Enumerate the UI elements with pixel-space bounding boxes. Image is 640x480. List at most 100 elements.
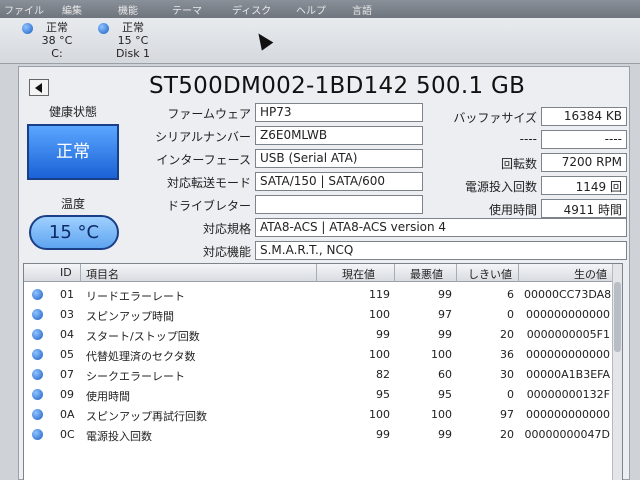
power-on-hours-label: 使用時間 xyxy=(488,203,537,217)
row-raw: 00000000047D xyxy=(524,428,610,441)
column-threshold[interactable]: しきい値 xyxy=(468,266,512,282)
row-raw: 000000000000 xyxy=(526,348,610,361)
row-id: 07 xyxy=(60,368,74,381)
temperature-value: 15 °C xyxy=(29,215,119,250)
status-dot-icon xyxy=(32,389,43,400)
disk-tab-1[interactable]: 正常 15 °C Disk 1 xyxy=(98,21,168,61)
previous-disk-button[interactable] xyxy=(29,79,49,96)
row-threshold: 0 xyxy=(507,308,514,321)
table-row[interactable]: 04 スタート/ストップ回数 99 99 20 0000000005F1 xyxy=(24,324,614,344)
disk-temp: 38 °C xyxy=(41,34,73,47)
menu-disk[interactable]: ディスク xyxy=(232,2,271,17)
row-threshold: 0 xyxy=(507,388,514,401)
status-dot-icon xyxy=(32,349,43,360)
column-worst[interactable]: 最悪値 xyxy=(410,266,443,282)
table-row[interactable]: 07 シークエラーレート 82 60 30 00000A1B3EFA xyxy=(24,364,614,384)
scrollbar-thumb[interactable] xyxy=(614,282,621,352)
table-scrollbar[interactable] xyxy=(612,264,622,480)
temperature-label: 温度 xyxy=(61,197,86,211)
row-worst: 97 xyxy=(438,308,452,321)
row-worst: 100 xyxy=(431,348,452,361)
row-worst: 99 xyxy=(438,428,452,441)
standard-label: 対応規格 xyxy=(202,222,251,236)
blank-field: ---- xyxy=(541,130,627,149)
row-current: 119 xyxy=(369,288,390,301)
table-row[interactable]: 0C 電源投入回数 99 99 20 00000000047D xyxy=(24,424,614,444)
buffer-size-field: 16384 KB xyxy=(541,107,627,126)
row-worst: 95 xyxy=(438,388,452,401)
menu-function[interactable]: 機能 xyxy=(118,2,138,17)
row-current: 100 xyxy=(369,348,390,361)
smart-table: ID 項目名 現在値 最悪値 しきい値 生の値 01 リードエラーレート 119… xyxy=(23,263,623,480)
row-current: 100 xyxy=(369,408,390,421)
transfer-mode-field: SATA/150 | SATA/600 xyxy=(255,172,423,191)
column-name[interactable]: 項目名 xyxy=(86,266,119,282)
transfer-mode-label: 対応転送モード xyxy=(166,176,251,190)
firmware-field: HP73 xyxy=(255,103,423,122)
row-current: 99 xyxy=(376,428,390,441)
row-threshold: 36 xyxy=(500,348,514,361)
smart-table-header: ID 項目名 現在値 最悪値 しきい値 生の値 xyxy=(24,264,614,282)
menu-bar: ファイル 編集 機能 テーマ ディスク ヘルプ 言語 xyxy=(0,0,640,18)
row-name: スピンアップ再試行回数 xyxy=(86,410,207,423)
status-dot-icon xyxy=(98,23,109,34)
status-dot-icon xyxy=(32,409,43,420)
column-id[interactable]: ID xyxy=(60,266,72,279)
disk-title: ST500DM002-1BD142 500.1 GB xyxy=(149,73,526,99)
row-raw: 0000000005F1 xyxy=(526,328,610,341)
row-id: 0A xyxy=(60,408,75,421)
row-raw: 000000000000 xyxy=(526,408,610,421)
disk-tab-c[interactable]: 正常 38 °C C: xyxy=(22,21,92,61)
row-raw: 00000000132F xyxy=(526,388,610,401)
serial-field: Z6E0MLWB xyxy=(255,126,423,145)
row-threshold: 6 xyxy=(507,288,514,301)
table-row[interactable]: 01 リードエラーレート 119 99 6 00000CC73DA8 xyxy=(24,284,614,304)
disk-name: C: xyxy=(51,47,63,60)
drive-letter-field xyxy=(255,195,423,214)
row-id: 09 xyxy=(60,388,74,401)
status-dot-icon xyxy=(32,309,43,320)
table-row[interactable]: 09 使用時間 95 95 0 00000000132F xyxy=(24,384,614,404)
menu-language[interactable]: 言語 xyxy=(352,2,372,17)
row-name: シークエラーレート xyxy=(86,370,185,383)
column-current[interactable]: 現在値 xyxy=(342,266,375,282)
menu-help[interactable]: ヘルプ xyxy=(296,2,326,17)
row-threshold: 97 xyxy=(500,408,514,421)
features-label: 対応機能 xyxy=(202,245,251,259)
disk-name: Disk 1 xyxy=(115,47,151,60)
column-raw[interactable]: 生の値 xyxy=(574,266,607,282)
row-raw: 00000A1B3EFA xyxy=(526,368,610,381)
row-current: 99 xyxy=(376,328,390,341)
menu-theme[interactable]: テーマ xyxy=(172,2,202,17)
power-on-hours-field: 4911 時間 xyxy=(541,199,627,218)
interface-label: インターフェース xyxy=(156,153,251,167)
status-dot-icon xyxy=(22,23,33,34)
table-row[interactable]: 03 スピンアップ時間 100 97 0 000000000000 xyxy=(24,304,614,324)
table-row[interactable]: 0A スピンアップ再試行回数 100 100 97 000000000000 xyxy=(24,404,614,424)
status-dot-icon xyxy=(32,329,43,340)
standard-field: ATA8-ACS | ATA8-ACS version 4 xyxy=(255,218,627,237)
row-name: リードエラーレート xyxy=(86,290,185,303)
rotation-label: 回転数 xyxy=(500,157,537,171)
row-name: 電源投入回数 xyxy=(86,430,152,443)
table-row[interactable]: 05 代替処理済のセクタ数 100 100 36 000000000000 xyxy=(24,344,614,364)
row-raw: 000000000000 xyxy=(526,308,610,321)
status-dot-icon xyxy=(32,369,43,380)
row-current: 95 xyxy=(376,388,390,401)
row-threshold: 30 xyxy=(500,368,514,381)
row-id: 04 xyxy=(60,328,74,341)
disk-bar: 正常 38 °C C: 正常 15 °C Disk 1 xyxy=(0,18,640,64)
status-dot-icon xyxy=(32,289,43,300)
buffer-size-label: バッファサイズ xyxy=(453,111,537,125)
power-on-count-label: 電源投入回数 xyxy=(464,180,537,194)
menu-file[interactable]: ファイル xyxy=(4,2,44,17)
row-raw: 00000CC73DA8 xyxy=(524,288,612,301)
menu-edit[interactable]: 編集 xyxy=(62,2,82,17)
health-status-button[interactable]: 正常 xyxy=(27,124,119,180)
row-id: 05 xyxy=(60,348,74,361)
disk-temp: 15 °C xyxy=(117,34,149,47)
row-current: 82 xyxy=(376,368,390,381)
row-name: スタート/ストップ回数 xyxy=(86,330,200,343)
status-dot-icon xyxy=(32,429,43,440)
row-id: 0C xyxy=(60,428,75,441)
